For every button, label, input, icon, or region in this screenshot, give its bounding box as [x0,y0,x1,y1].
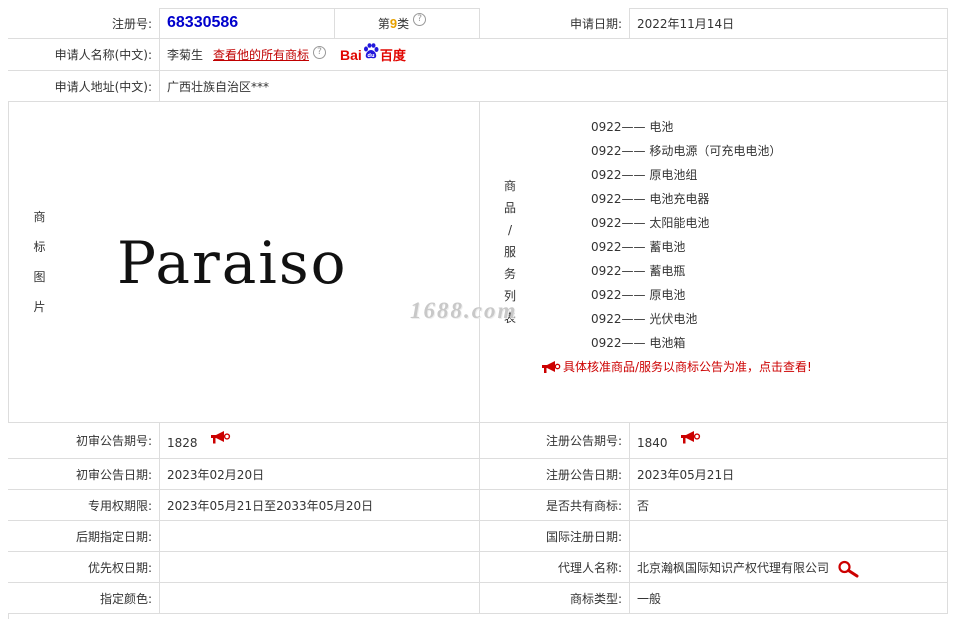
prelim-pub-no-label: 初审公告期号: [8,423,160,459]
class-number: 9 [389,15,398,31]
shared-value: 否 [630,490,948,521]
baidu-cn-text: 百度 [379,48,406,63]
goods-item: 0922—— 电池箱 [591,336,686,350]
goods-label-cell: 商 品 / 服 务 列 表 [480,102,540,423]
exclusive-period-label: 专用权期限: [8,490,160,521]
goods-item: 0922—— 电池充电器 [591,192,710,206]
view-all-trademarks-link[interactable]: 查看他的所有商标 [213,46,309,63]
goods-item: 0922—— 原电池组 [591,168,698,182]
agent-cell: 北京瀚枫国际知识产权代理有限公司 [630,552,948,583]
trademark-image-cell: Paraiso [71,102,480,423]
type-value: 一般 [630,583,948,614]
exclusive-period-value: 2023年05月21日至2033年05月20日 [160,490,480,521]
class-suffix: 类 [397,16,410,31]
prelim-pub-date-label: 初审公告日期: [8,459,160,490]
horn-icon[interactable] [680,430,702,445]
horn-icon[interactable] [210,430,232,445]
applicant-name-label: 申请人名称(中文): [8,39,160,71]
svg-text:du: du [367,53,375,59]
reg-no-label: 注册号: [8,8,160,39]
apply-date-label: 申请日期: [480,8,630,39]
reg-no-value: 68330586 [167,14,239,31]
trademark-image-label: 商 标 图 片 [33,210,46,314]
goods-notice-text: 具体核准商品/服务以商标公告为准，点击查看! [563,360,812,374]
baidu-search-button[interactable]: Bai du 百度 [340,43,406,64]
agent-value: 北京瀚枫国际知识产权代理有限公司 [637,560,830,575]
help-icon[interactable]: ? [413,12,427,26]
prelim-pub-no-value: 1828 [167,435,198,450]
prelim-pub-date-value: 2023年02月20日 [160,459,480,490]
trademark-image: Paraiso [117,229,348,297]
goods-item: 0922—— 电池 [591,120,674,134]
reg-no-cell: 68330586 [160,8,335,39]
later-designation-value [160,521,480,552]
applicant-name-cell: 李菊生 查看他的所有商标 ? Bai du 百度 [160,39,948,71]
class-cell: 第9类 ? [335,8,480,39]
watermark: 1688.com [410,298,518,323]
applicant-address-value: 广西壮族自治区*** [160,71,948,102]
baidu-paw-icon: du [363,43,379,59]
apply-date-value: 2022年11月14日 [630,8,948,39]
reg-pub-date-value: 2023年05月21日 [630,459,948,490]
intl-reg-date-label: 国际注册日期: [480,521,630,552]
goods-notice-link[interactable]: 具体核准商品/服务以商标公告为准，点击查看! [541,358,812,375]
applicant-address-label: 申请人地址(中文): [8,71,160,102]
help-icon[interactable]: ? [313,46,327,59]
agent-label: 代理人名称: [480,552,630,583]
goods-item: 0922—— 原电池 [591,288,686,302]
applicant-name: 李菊生 [167,48,204,62]
horn-icon [542,360,561,373]
priority-date-value [160,552,480,583]
priority-date-label: 优先权日期: [8,552,160,583]
goods-item: 0922—— 蓄电瓶 [591,264,686,278]
baidu-text: Bai [340,46,362,63]
goods-item: 0922—— 移动电源（可充电电池） [591,144,782,158]
intl-reg-date-value [630,521,948,552]
reg-pub-date-label: 注册公告日期: [480,459,630,490]
goods-item: 0922—— 太阳能电池 [591,216,710,230]
color-value [160,583,480,614]
type-label: 商标类型: [480,583,630,614]
later-designation-label: 后期指定日期: [8,521,160,552]
class-prefix: 第 [377,16,390,31]
reg-pub-no-value: 1840 [637,435,668,450]
shared-label: 是否共有商标: [480,490,630,521]
trademark-image-label-cell: 商 标 图 片 [8,102,71,423]
magnifier-icon[interactable] [837,560,861,578]
reg-pub-no-cell: 1840 [630,423,948,459]
goods-item: 0922—— 光伏电池 [591,312,698,326]
color-label: 指定颜色: [8,583,160,614]
reg-pub-no-label: 注册公告期号: [480,423,630,459]
goods-item: 0922—— 蓄电池 [591,240,686,254]
prelim-pub-no-cell: 1828 [160,423,480,459]
